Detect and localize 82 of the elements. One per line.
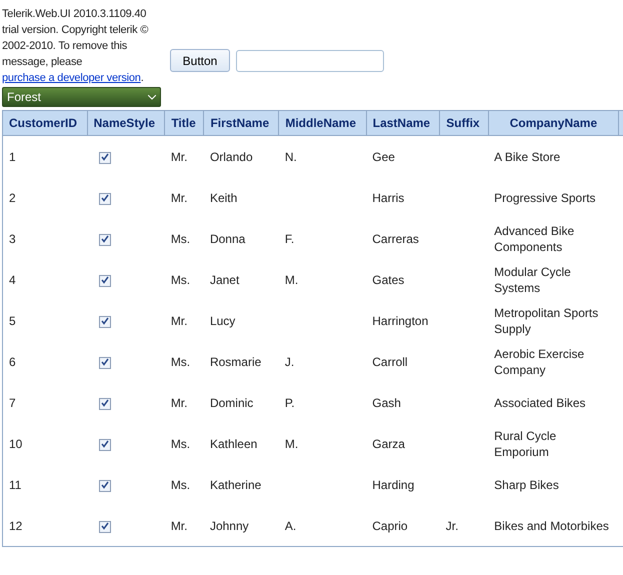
- table-cell: Janet: [210, 272, 240, 286]
- checkbox[interactable]: [99, 438, 112, 450]
- table-cell: Kathleen: [210, 436, 258, 450]
- table-cell: Harris: [372, 190, 404, 204]
- table-cell: Ms.: [170, 354, 190, 368]
- table-cell: 1: [9, 150, 16, 164]
- table-cell: Garza: [372, 436, 405, 450]
- table-cell: Carroll: [372, 354, 408, 368]
- table-cell: P.: [284, 396, 295, 410]
- column-header[interactable]: Title: [164, 110, 204, 136]
- table-cell: 10: [9, 436, 22, 450]
- table-cell: 12: [9, 518, 22, 532]
- checkbox[interactable]: [99, 316, 112, 328]
- table-cell: J.: [284, 354, 294, 368]
- table-cell: Ms.: [170, 272, 190, 286]
- table-cell: 3: [9, 232, 16, 246]
- table-cell: N.: [284, 150, 297, 164]
- table-cell: F.: [284, 232, 294, 246]
- table-cell: Donna: [210, 232, 246, 246]
- table-cell: Gates: [372, 272, 404, 286]
- table-cell: 11: [9, 478, 22, 492]
- table-cell: A Bike Store: [494, 150, 560, 164]
- table-cell: Keith: [210, 190, 238, 204]
- table-cell: M.: [284, 436, 298, 450]
- checkbox[interactable]: [99, 192, 112, 204]
- table-cell: Modular Cycle Systems: [494, 264, 571, 294]
- skin-dropdown[interactable]: Forest: [2, 87, 161, 107]
- table-cell: 6: [9, 354, 16, 368]
- table-cell: Ms.: [170, 436, 190, 450]
- table-cell: Rural Cycle Emporium: [494, 428, 556, 458]
- table-cell: Mr.: [170, 314, 188, 328]
- table-cell: 7: [9, 396, 16, 410]
- table-cell: Ms.: [170, 232, 190, 246]
- checkbox[interactable]: [99, 356, 112, 368]
- checkbox[interactable]: [99, 152, 112, 164]
- table-cell: Lucy: [210, 314, 236, 328]
- checkbox[interactable]: [99, 520, 112, 532]
- button[interactable]: Button: [170, 49, 230, 72]
- trial-notice: Telerik.Web.UI 2010.3.1109.40 trial version. Copyright telerik © 2002-2010. To remove this message, please purchase a developer version.: [2, 7, 150, 86]
- chevron-down-icon: [148, 94, 156, 100]
- table-cell: M.: [284, 272, 298, 286]
- table-cell: Rosmarie: [210, 354, 262, 368]
- table-cell: A.: [284, 518, 296, 532]
- table-cell: Sharp Bikes: [494, 478, 559, 492]
- column-header[interactable]: LastName: [366, 110, 440, 136]
- table-cell: Johnny: [210, 518, 249, 532]
- table-cell: Orlando: [210, 150, 253, 164]
- table-cell: Progressive Sports: [494, 190, 596, 204]
- table-cell: 5: [9, 314, 16, 328]
- column-header[interactable]: NameStyle: [87, 110, 165, 136]
- table-cell: Katherine: [210, 478, 262, 492]
- column-header[interactable]: FirstName: [204, 110, 279, 136]
- table-cell: 2: [9, 190, 16, 204]
- table-cell: Associated Bikes: [494, 396, 586, 410]
- checkbox[interactable]: [99, 480, 112, 492]
- checkbox[interactable]: [99, 234, 112, 246]
- table-cell: Metropolitan Sports Supply: [494, 306, 598, 336]
- column-header[interactable]: Suffix: [440, 110, 488, 136]
- column-header[interactable]: CustomerID: [2, 110, 88, 136]
- text-field[interactable]: [236, 50, 384, 72]
- purchase-link[interactable]: purchase a developer version: [2, 72, 141, 84]
- table-cell: Mr.: [170, 518, 188, 532]
- table-cell: Mr.: [170, 190, 188, 204]
- table-cell: Bikes and Motorbikes: [494, 518, 609, 532]
- column-header[interactable]: CompanyName: [488, 110, 619, 136]
- table-cell: Mr.: [170, 150, 188, 164]
- table-cell: Jr.: [446, 518, 458, 532]
- table-cell: Carreras: [372, 232, 419, 246]
- table-cell: Harrington: [372, 314, 428, 328]
- checkbox[interactable]: [99, 274, 112, 286]
- table-cell: Advanced Bike Components: [494, 224, 574, 254]
- table-cell: Caprio: [372, 518, 408, 532]
- table-cell: Gash: [372, 396, 401, 410]
- table-cell: 4: [9, 272, 16, 286]
- table-cell: Dominic: [210, 396, 254, 410]
- table-cell: Harding: [372, 478, 414, 492]
- column-header[interactable]: MiddleName: [278, 110, 366, 136]
- table-cell: Gee: [372, 150, 395, 164]
- checkbox[interactable]: [99, 398, 112, 410]
- table-cell: Aerobic Exercise Company: [494, 346, 584, 376]
- table-cell: Ms.: [170, 478, 190, 492]
- table-cell: Mr.: [170, 396, 188, 410]
